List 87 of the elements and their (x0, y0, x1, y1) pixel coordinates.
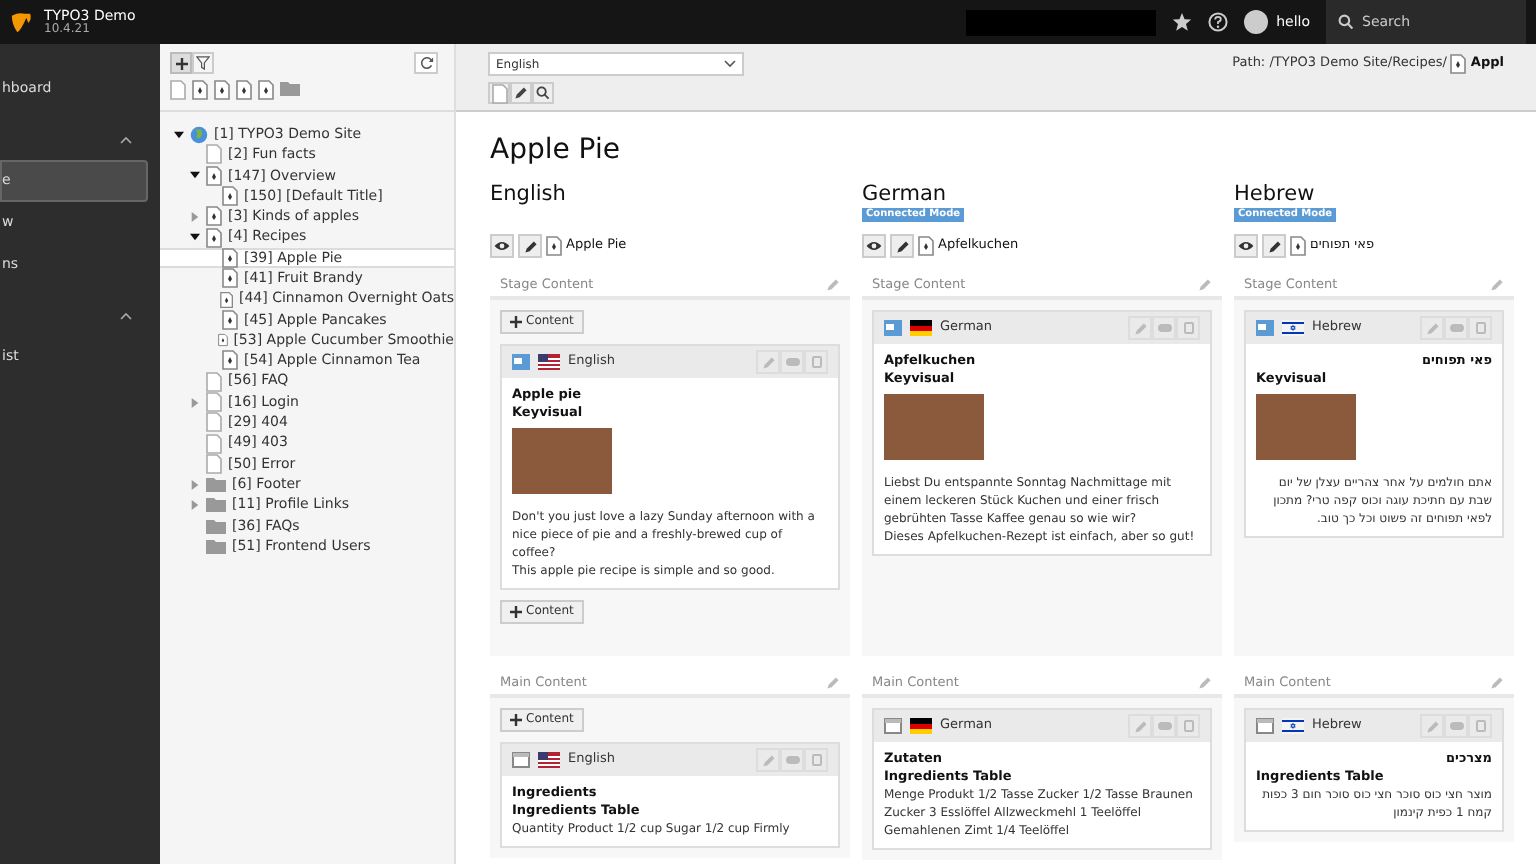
flag-icon (538, 752, 560, 768)
caret-right-icon[interactable] (189, 499, 199, 510)
view-button[interactable] (862, 234, 886, 258)
flag-icon (910, 320, 932, 336)
view-button[interactable] (490, 234, 514, 258)
page-icon (236, 80, 252, 100)
flag-icon (1282, 320, 1304, 336)
eye-icon (866, 240, 882, 252)
edit-button[interactable] (1262, 234, 1286, 258)
refresh-icon (419, 56, 433, 70)
view-button[interactable] (1234, 234, 1258, 258)
page-icon (491, 83, 507, 103)
page-icon (258, 80, 274, 100)
help-icon[interactable] (1208, 12, 1229, 32)
language-heading: Hebrew (1234, 182, 1317, 208)
delete-button[interactable] (1468, 316, 1492, 340)
table-content-icon (512, 752, 530, 768)
toggle-button[interactable] (780, 350, 804, 374)
page-title: Apple Pie (490, 132, 622, 168)
table-content-icon (884, 718, 902, 734)
caret-icon (724, 60, 736, 68)
globe-icon (190, 125, 208, 144)
edit-column-icon[interactable] (826, 278, 840, 292)
flag-icon (910, 718, 932, 734)
toggle-button[interactable] (1152, 316, 1176, 340)
edit-column-icon[interactable] (826, 676, 840, 690)
filter-button[interactable] (192, 52, 214, 74)
page-icon (1290, 236, 1306, 256)
delete-button[interactable] (804, 748, 828, 772)
delete-button[interactable] (804, 350, 828, 374)
caret-right-icon[interactable] (189, 211, 199, 222)
page-icon (918, 236, 934, 256)
toggle-button[interactable] (780, 748, 804, 772)
flag-icon (1282, 718, 1304, 734)
edit-button[interactable] (890, 234, 914, 258)
plus-icon (510, 316, 522, 328)
edit-column-icon[interactable] (1490, 278, 1504, 292)
pencil-icon[interactable] (895, 239, 909, 253)
folder-icon (280, 80, 300, 96)
caret-right-icon[interactable] (189, 479, 199, 490)
page-icon (1450, 54, 1467, 74)
page-icon (546, 236, 562, 256)
delete-button[interactable] (1176, 714, 1200, 738)
edit-column-icon[interactable] (1198, 278, 1212, 292)
new-page-button[interactable] (170, 52, 192, 74)
search-icon (1338, 14, 1354, 30)
photo-placeholder (884, 394, 984, 460)
table-content-icon (1256, 718, 1274, 734)
image-content-icon (1256, 320, 1274, 336)
photo-placeholder (512, 428, 612, 494)
edit-button[interactable] (518, 234, 542, 258)
plus-icon (510, 606, 522, 618)
search-icon (536, 86, 550, 100)
filter-icon (196, 56, 210, 70)
pencil-icon[interactable] (523, 239, 537, 253)
plus-icon (175, 57, 187, 69)
logo-icon[interactable] (10, 11, 32, 33)
search-button[interactable] (532, 82, 554, 104)
image-content-icon (512, 354, 530, 370)
star-icon[interactable] (1172, 12, 1193, 32)
eye-icon (1238, 240, 1254, 252)
delete-button[interactable] (1176, 316, 1200, 340)
pencil-icon[interactable] (1267, 239, 1281, 253)
caret-down-icon[interactable] (189, 170, 199, 181)
image-content-icon (884, 320, 902, 336)
toggle-button[interactable] (1152, 714, 1176, 738)
refresh-button[interactable] (414, 52, 438, 74)
page-icon (170, 80, 186, 100)
avatar-icon[interactable] (1244, 10, 1269, 34)
toggle-button[interactable] (1444, 316, 1468, 340)
chevron-icon[interactable] (120, 311, 132, 319)
edit-column-icon[interactable] (1490, 676, 1504, 690)
language-heading: English (490, 182, 568, 208)
flag-icon (538, 354, 560, 370)
eye-icon (494, 240, 510, 252)
caret-down-icon[interactable] (173, 129, 183, 140)
photo-placeholder (1256, 394, 1356, 460)
caret-down-icon[interactable] (189, 232, 199, 243)
toggle-button[interactable] (1444, 714, 1468, 738)
page-icon (192, 80, 208, 100)
plus-icon (510, 714, 522, 726)
language-heading: German (862, 182, 949, 208)
delete-button[interactable] (1468, 714, 1492, 738)
caret-right-icon[interactable] (189, 397, 199, 407)
page-icon (214, 80, 230, 100)
chevron-icon[interactable] (120, 135, 132, 143)
edit-column-icon[interactable] (1198, 676, 1212, 690)
